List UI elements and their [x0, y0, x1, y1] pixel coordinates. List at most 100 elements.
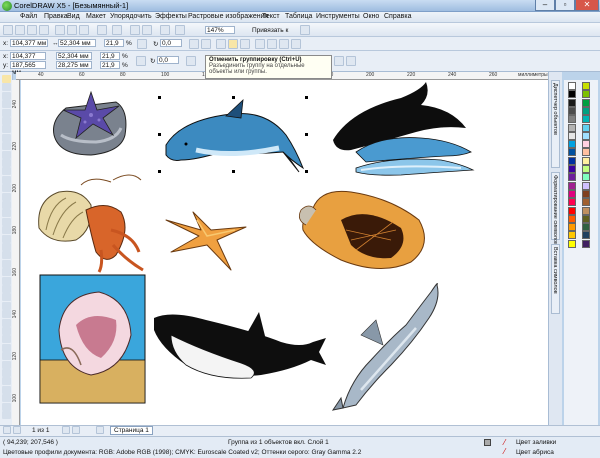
x-position-field-2[interactable]: 104,377 мм	[10, 52, 46, 67]
shell-on-sand-image[interactable]	[39, 274, 146, 404]
fill-swatch[interactable]	[484, 439, 491, 446]
eyedropper-tool-icon[interactable]	[2, 201, 11, 209]
knife-tool-icon[interactable]	[2, 259, 11, 268]
mirror-vertical-icon[interactable]	[201, 39, 211, 49]
dimension-tool-icon[interactable]	[2, 175, 11, 184]
color-swatch[interactable]	[582, 189, 590, 198]
bezier-tool-icon[interactable]	[2, 369, 11, 377]
color-swatch[interactable]	[582, 90, 590, 99]
copy-icon[interactable]	[67, 25, 77, 35]
interactive-fill-icon[interactable]	[2, 226, 11, 235]
color-swatch[interactable]	[568, 189, 576, 198]
color-swatch[interactable]	[582, 223, 590, 232]
scale-x-field-2[interactable]: 21,9	[100, 52, 120, 60]
porpoise-image[interactable]	[154, 312, 326, 379]
undo-icon[interactable]	[97, 25, 107, 35]
color-swatch[interactable]	[568, 231, 576, 240]
lock-ratio-icon[interactable]	[137, 39, 147, 49]
extrude-tool-icon[interactable]	[2, 335, 11, 344]
print-icon[interactable]	[39, 25, 49, 35]
menu-item[interactable]: Окно	[363, 13, 379, 20]
color-swatch[interactable]	[582, 165, 590, 173]
ungroup-icon[interactable]	[228, 39, 238, 49]
table-tool-icon[interactable]	[2, 167, 11, 176]
color-swatch[interactable]	[568, 106, 576, 115]
color-swatch[interactable]	[582, 106, 590, 115]
color-swatch[interactable]	[568, 214, 576, 223]
color-swatch[interactable]	[582, 156, 590, 165]
artistic-media-icon[interactable]	[2, 301, 11, 310]
pan-tool-icon[interactable]	[2, 293, 11, 302]
export-icon[interactable]	[142, 25, 152, 35]
intersect-icon[interactable]	[279, 39, 289, 49]
to-front-icon[interactable]	[334, 56, 344, 66]
orange-starfish-image[interactable]	[165, 211, 247, 271]
mirror-horizontal-icon[interactable]	[189, 39, 199, 49]
text-tool-icon[interactable]	[2, 159, 11, 167]
connector-tool-icon[interactable]	[2, 184, 11, 193]
graph-paper-icon[interactable]	[2, 394, 11, 403]
color-swatch[interactable]	[568, 156, 576, 165]
maximize-button[interactable]: ▫	[555, 0, 575, 11]
import-icon[interactable]	[130, 25, 140, 35]
color-swatch[interactable]	[582, 131, 590, 140]
shape-tool-icon[interactable]	[2, 83, 11, 92]
color-swatch[interactable]	[568, 131, 576, 140]
new-document-icon[interactable]	[3, 25, 13, 35]
two-dolphins-image[interactable]	[333, 82, 475, 176]
group-icon[interactable]	[216, 39, 226, 49]
snap-to-menu[interactable]: Привязать к	[252, 27, 288, 34]
scale-y-field-2[interactable]: 21,9	[100, 61, 120, 69]
menu-item[interactable]: Файл	[20, 13, 37, 20]
menu-item[interactable]: Текст	[262, 13, 280, 20]
cut-icon[interactable]	[55, 25, 65, 35]
angle-field[interactable]: 0,0	[160, 39, 182, 47]
app-launcher-icon[interactable]	[160, 25, 170, 35]
starfish-on-rock-image[interactable]	[53, 90, 127, 156]
grey-dolphin-image[interactable]	[331, 283, 439, 411]
docker-tab[interactable]: Форматирование символов	[551, 172, 560, 245]
selected-dolphin-group[interactable]	[158, 96, 308, 173]
spiral-tool-icon[interactable]	[2, 385, 11, 394]
basic-shapes-icon[interactable]	[2, 150, 11, 159]
blend-tool-icon[interactable]	[2, 192, 11, 201]
ellipse-tool-icon[interactable]	[2, 133, 11, 142]
smudge-tool-icon[interactable]	[2, 276, 11, 285]
color-swatch[interactable]	[568, 123, 576, 132]
color-swatch[interactable]	[582, 181, 590, 190]
color-swatch[interactable]	[568, 198, 576, 207]
pick-tool-icon[interactable]	[2, 75, 11, 83]
virtual-segment-delete-icon[interactable]	[2, 352, 11, 361]
docker-tab[interactable]: Диспетчер объектов	[551, 80, 560, 168]
smart-fill-icon[interactable]	[2, 117, 11, 125]
color-swatch[interactable]	[568, 206, 576, 215]
color-swatch[interactable]	[582, 239, 590, 248]
last-page-icon[interactable]	[72, 426, 80, 434]
conch-shell-image[interactable]	[298, 190, 425, 270]
simplify-icon[interactable]	[291, 39, 301, 49]
paste-icon[interactable]	[79, 25, 89, 35]
zoom-tool-icon[interactable]	[2, 100, 11, 109]
vertical-ruler[interactable]: 240 220 200 180 160 140 120 100	[12, 80, 20, 425]
rectangle-tool-icon[interactable]	[2, 125, 11, 134]
drop-shadow-icon[interactable]	[2, 310, 11, 319]
color-swatch[interactable]	[568, 115, 576, 124]
color-swatch[interactable]	[568, 173, 576, 182]
menu-item[interactable]: Справка	[384, 13, 411, 20]
fill-tool-icon[interactable]	[2, 217, 11, 226]
color-swatch[interactable]	[582, 123, 590, 132]
color-swatch[interactable]	[582, 115, 590, 124]
first-page-icon[interactable]	[3, 426, 11, 434]
color-swatch[interactable]	[568, 165, 576, 173]
menu-item[interactable]: Растровые изображения	[188, 13, 268, 20]
color-eyedropper-icon[interactable]	[2, 251, 11, 260]
color-swatch[interactable]	[568, 82, 576, 90]
options-icon[interactable]	[300, 25, 310, 35]
hand-tool-icon[interactable]	[2, 360, 11, 369]
x-position-field[interactable]: 104,377 мм	[10, 39, 48, 47]
width-field[interactable]: 52,304 мм	[58, 39, 96, 47]
transparency-tool-icon[interactable]	[2, 243, 11, 251]
color-swatch[interactable]	[568, 239, 576, 248]
redo-icon[interactable]	[112, 25, 122, 35]
close-button[interactable]: ✕	[575, 0, 599, 11]
